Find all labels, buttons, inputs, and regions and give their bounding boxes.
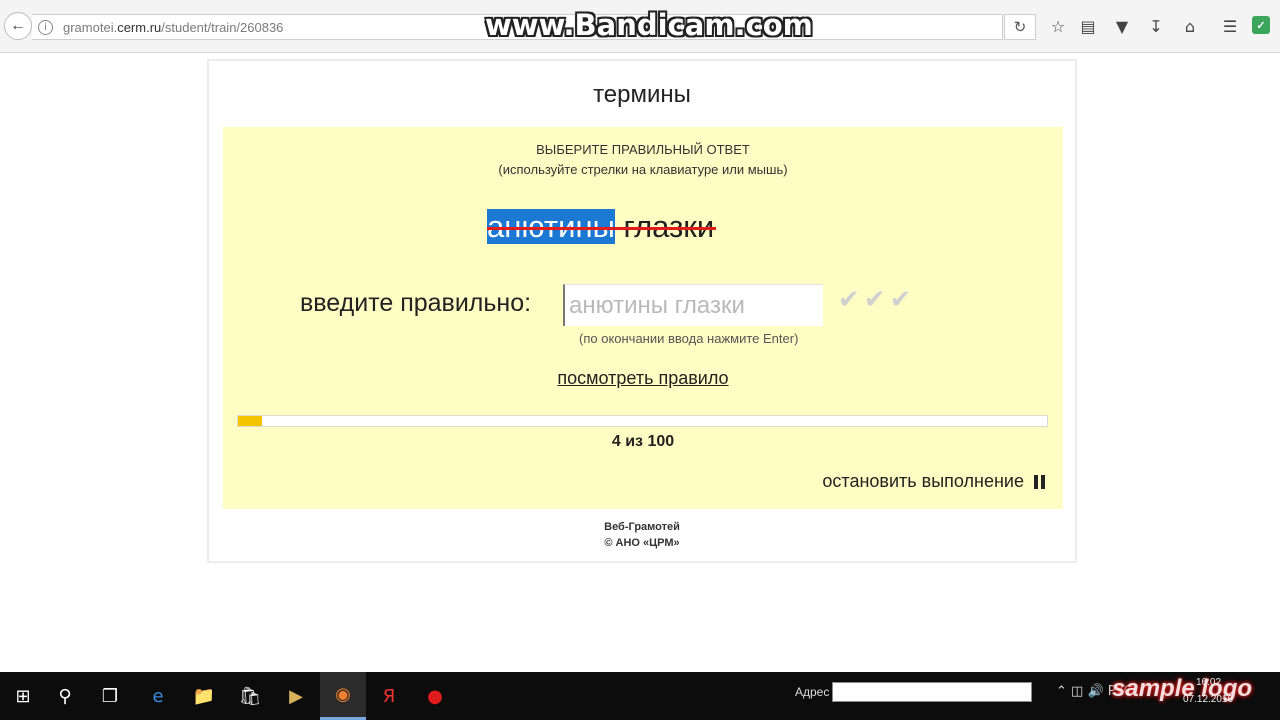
windows-start-icon[interactable]: ⊞ xyxy=(0,672,46,720)
file-explorer-icon[interactable]: 📁 xyxy=(181,672,227,720)
firefox-icon[interactable]: ◉ xyxy=(320,672,366,720)
home-icon[interactable]: ⌂ xyxy=(1179,15,1201,37)
yandex-browser-icon[interactable]: Я xyxy=(366,672,412,720)
progress-fill xyxy=(238,416,263,426)
enter-hint: (по окончании ввода нажмите Enter) xyxy=(579,331,799,346)
footer-copyright: © АНО «ЦРМ» xyxy=(604,537,680,549)
view-rule-link[interactable]: посмотреть правило xyxy=(223,368,1063,389)
reading-list-icon[interactable]: ▤ xyxy=(1077,15,1099,37)
check-icon: ✔ xyxy=(889,285,916,315)
task-view-icon[interactable]: ❐ xyxy=(87,672,133,720)
progress-counter: 4 из 100 xyxy=(611,433,675,450)
address-label: Адрес xyxy=(795,685,830,699)
windows-taskbar: ⊞ ⚲ ❐ e 📁 🛍 ▶ ◉ Я ● Адрес ⌃ ◫ 🔊 РУС samp… xyxy=(0,672,1280,720)
extension-icon[interactable]: ✓ xyxy=(1252,16,1270,34)
strike-line xyxy=(487,227,717,230)
instruction-subtext: (используйте стрелки на клавиатуре или м… xyxy=(498,162,788,177)
pause-icon[interactable] xyxy=(1034,474,1045,489)
task-word[interactable]: анютины глазки xyxy=(487,205,717,249)
check-icon: ✔ xyxy=(863,285,890,315)
address-toolbar-input[interactable] xyxy=(832,682,1032,702)
footer-brand: Веб-Грамотей xyxy=(604,521,680,533)
browser-toolbar: ← i gramotei.cerm.ru/student/train/26083… xyxy=(0,0,1280,53)
page-title: термины xyxy=(593,81,691,108)
menu-icon[interactable]: ☰ xyxy=(1219,15,1241,37)
stop-button[interactable]: остановить выполнение xyxy=(822,471,1045,492)
info-icon[interactable]: i xyxy=(38,19,53,35)
download-icon[interactable]: ↧ xyxy=(1145,15,1167,37)
clock-time[interactable]: 16:02 xyxy=(1196,677,1221,688)
url-text[interactable]: gramotei.cerm.ru/student/train/260836 xyxy=(63,20,283,35)
attempt-checkmarks: ✔✔✔ xyxy=(838,285,915,315)
store-icon[interactable]: 🛍 xyxy=(227,672,273,720)
bandicam-watermark: www.Bandicam.com xyxy=(485,8,813,42)
bandicam-icon[interactable]: ● xyxy=(412,672,458,720)
answer-input[interactable] xyxy=(563,284,823,326)
bookmark-star-icon[interactable]: ☆ xyxy=(1047,15,1069,37)
instruction-heading: ВЫБЕРИТЕ ПРАВИЛЬНЫЙ ОТВЕТ xyxy=(536,142,750,157)
progress-bar xyxy=(237,415,1048,427)
trainer-card: термины ВЫБЕРИТЕ ПРАВИЛЬНЫЙ ОТВЕТ (испол… xyxy=(207,59,1077,563)
check-icon: ✔ xyxy=(838,285,864,315)
exercise-panel: ВЫБЕРИТЕ ПРАВИЛЬНЫЙ ОТВЕТ (используйте с… xyxy=(223,127,1063,509)
search-icon[interactable]: ⚲ xyxy=(42,672,88,720)
reload-icon[interactable]: ↻ xyxy=(1004,14,1036,40)
enter-label: введите правильно: xyxy=(300,289,532,317)
back-arrow-icon[interactable]: ← xyxy=(4,12,32,40)
pocket-icon[interactable]: ▼ xyxy=(1111,15,1133,37)
clock-date[interactable]: 07.12.2016 xyxy=(1183,694,1233,705)
stop-label[interactable]: остановить выполнение xyxy=(822,471,1024,492)
edge-icon[interactable]: e xyxy=(135,672,181,720)
media-player-icon[interactable]: ▶ xyxy=(273,672,319,720)
